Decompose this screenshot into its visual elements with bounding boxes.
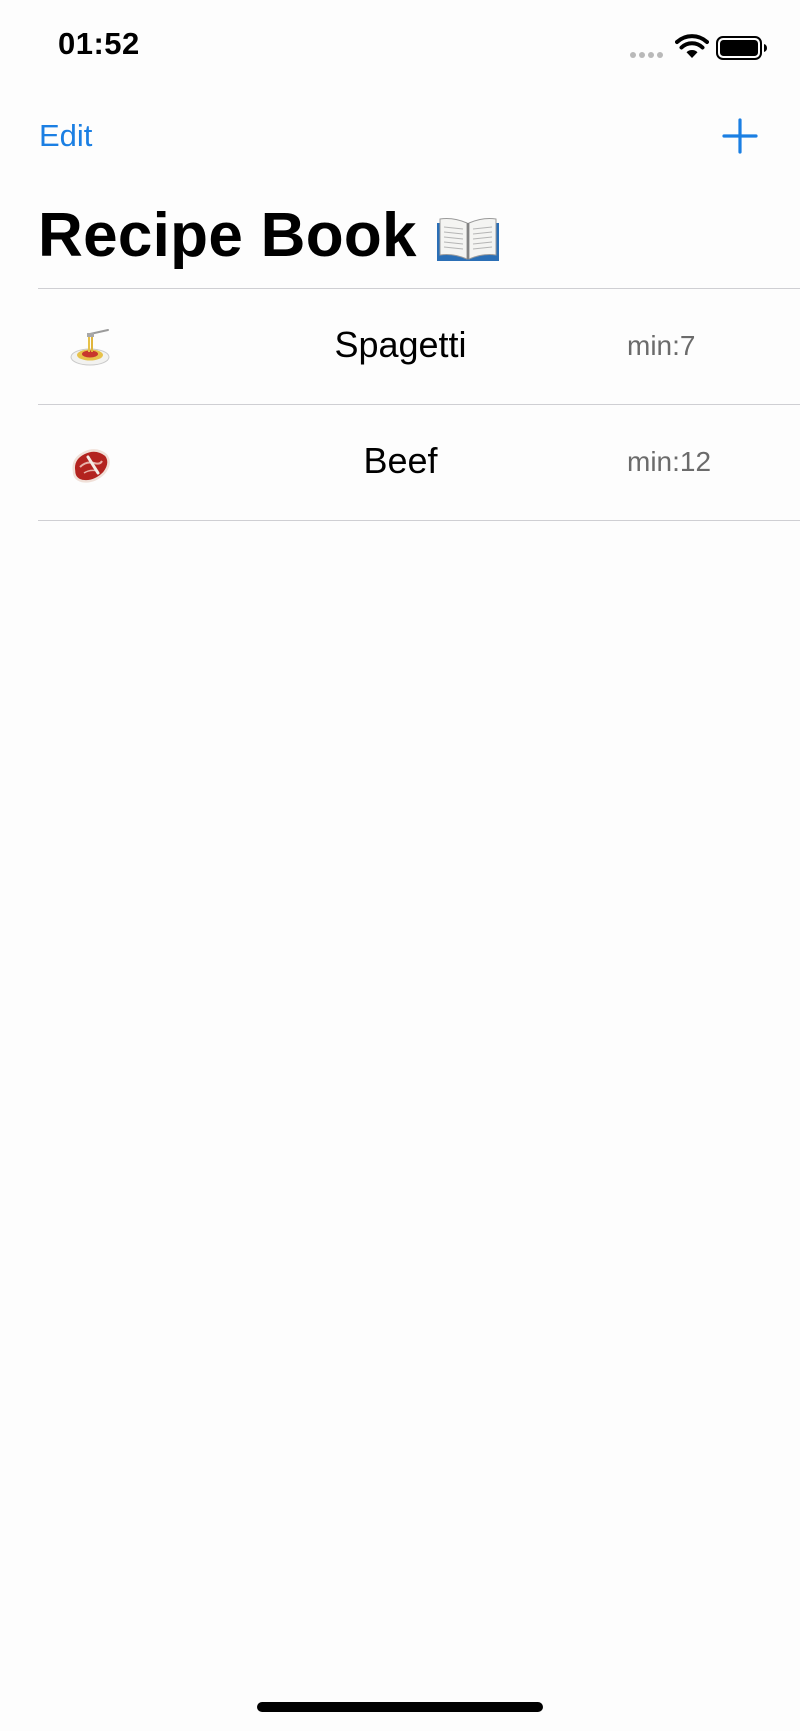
status-bar: 01:52	[0, 0, 800, 96]
recipe-time: min:7	[627, 330, 696, 361]
recipe-row-beef[interactable]: Beef min:12	[38, 405, 800, 520]
recipe-list: Spagetti min:7 Beef min:12	[38, 288, 800, 521]
recipe-time: min:12	[627, 446, 712, 477]
battery-icon	[716, 36, 767, 60]
recipe-row-spagetti[interactable]: Spagetti min:7	[38, 289, 800, 404]
open-book-icon	[436, 217, 499, 261]
wifi-icon	[675, 34, 709, 58]
edit-button[interactable]: Edit	[39, 118, 92, 154]
page-title: Recipe Book	[38, 200, 501, 271]
status-time: 01:52	[58, 26, 140, 61]
divider	[38, 520, 800, 521]
page-title-text: Recipe Book	[38, 201, 417, 270]
home-indicator[interactable]	[257, 1702, 543, 1712]
plus-icon[interactable]	[720, 116, 760, 156]
cellular-signal-icon	[630, 52, 663, 58]
